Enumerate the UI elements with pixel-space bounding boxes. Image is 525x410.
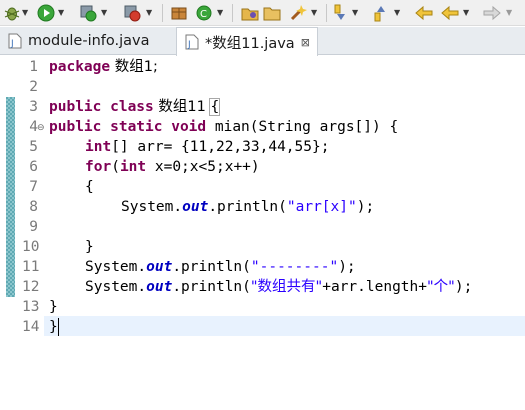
back-dropdown-icon[interactable]: ▼: [463, 8, 469, 18]
debug-dropdown-icon[interactable]: ▼: [22, 8, 28, 18]
tab-active-file[interactable]: J *数组11.java ⊠: [176, 27, 318, 56]
down-arrow-icon: [334, 4, 345, 20]
prev-annotation-button[interactable]: [372, 3, 390, 23]
last-edit-icon: [415, 5, 433, 21]
editor-tab-bar: J module-info.java J *数组11.java ⊠: [0, 27, 525, 56]
code-editor[interactable]: 1 2 3 4 5 6 7 8 9 10 11 12 13 14 ⊖ packa…: [0, 56, 525, 410]
open-type-icon: [241, 8, 259, 21]
java-file-icon: J: [185, 34, 199, 50]
line-number: 11: [22, 259, 40, 275]
last-edit-button[interactable]: [414, 3, 434, 23]
tab-label: *数组11.java: [205, 35, 295, 52]
line-number: 13: [22, 299, 40, 315]
code-line-12: System.out.println("数组共有"+arr.length+"个"…: [85, 279, 473, 295]
new-package-button[interactable]: [170, 3, 188, 23]
external-tools-button[interactable]: [122, 3, 142, 23]
package-icon: [171, 7, 187, 20]
line-number: 12: [22, 279, 40, 295]
svg-text:J: J: [10, 39, 14, 49]
line-number: 2: [29, 79, 38, 95]
new-class-icon: C: [196, 5, 212, 21]
code-line-4: public static void mian(String args[]) {: [49, 119, 399, 135]
line-number: 1: [29, 59, 38, 75]
code-line-8: System.out.println("arr[x]");: [121, 199, 375, 215]
forward-dropdown-icon[interactable]: ▼: [506, 8, 512, 18]
code-line-7: {: [85, 179, 94, 195]
tab-label: module-info.java: [28, 33, 150, 49]
code-line-6: for(int x=0;x<5;x++): [85, 159, 260, 175]
code-line-13: }: [49, 299, 58, 315]
change-ruler: [6, 97, 15, 297]
text-cursor: [58, 318, 59, 336]
run-dropdown-icon[interactable]: ▼: [58, 8, 64, 18]
code-line-5: int[] arr= {11,22,33,44,55};: [85, 139, 330, 155]
line-number: 9: [29, 219, 38, 235]
svg-text:C: C: [200, 9, 207, 20]
toolbar-separator: [162, 4, 163, 22]
toolbar-separator: [326, 4, 327, 22]
wand-icon: [290, 5, 307, 21]
debug-button[interactable]: [3, 3, 21, 23]
code-line-14: }: [49, 319, 58, 335]
run-config-button[interactable]: [78, 3, 98, 23]
folder-icon: [263, 7, 281, 21]
current-line-highlight: [44, 316, 525, 336]
line-number: 5: [29, 139, 38, 155]
play-icon: [37, 4, 55, 22]
next-annotation-button[interactable]: [332, 3, 350, 23]
run-config-dropdown-icon[interactable]: ▼: [101, 8, 107, 18]
external-tools-icon: [124, 5, 141, 22]
task-button[interactable]: [288, 3, 308, 23]
code-line-11: System.out.println("--------");: [85, 259, 356, 275]
back-button[interactable]: [440, 3, 460, 23]
bug-icon: [4, 7, 20, 21]
open-type-button[interactable]: [240, 3, 260, 23]
task-dropdown-icon[interactable]: ▼: [311, 8, 317, 18]
run-config-icon: [80, 5, 97, 22]
new-class-dropdown-icon[interactable]: ▼: [217, 8, 223, 18]
code-line-1: package 数组1;: [49, 59, 158, 75]
external-tools-dropdown-icon[interactable]: ▼: [146, 8, 152, 18]
back-arrow-icon: [441, 5, 459, 21]
line-number: 10: [22, 239, 40, 255]
line-number: 8: [29, 199, 38, 215]
main-toolbar: ▼ ▼ ▼ ▼ C ▼ ▼ ▼ ▼ ▼ ▼: [0, 0, 525, 26]
up-arrow-icon: [374, 6, 385, 22]
code-line-10: }: [85, 239, 94, 255]
java-file-icon: J: [8, 33, 22, 49]
tab-module-info[interactable]: J module-info.java: [0, 27, 170, 55]
line-number: 4: [29, 119, 38, 135]
toolbar-separator: [232, 4, 233, 22]
fold-collapse-icon[interactable]: ⊖: [37, 123, 45, 133]
close-icon[interactable]: ⊠: [301, 36, 310, 49]
line-number: 7: [29, 179, 38, 195]
open-folder-button[interactable]: [262, 3, 282, 23]
svg-text:J: J: [187, 40, 191, 50]
line-number: 3: [29, 99, 38, 115]
next-annotation-dropdown-icon[interactable]: ▼: [352, 8, 358, 18]
line-number: 6: [29, 159, 38, 175]
forward-arrow-icon: [483, 5, 501, 21]
forward-button[interactable]: [482, 3, 502, 23]
matching-bracket: {: [209, 98, 221, 116]
new-class-button[interactable]: C: [194, 3, 214, 23]
code-line-3: public class 数组11 {: [49, 98, 221, 116]
line-number: 14: [22, 319, 40, 335]
prev-annotation-dropdown-icon[interactable]: ▼: [394, 8, 400, 18]
run-button[interactable]: [36, 3, 56, 23]
